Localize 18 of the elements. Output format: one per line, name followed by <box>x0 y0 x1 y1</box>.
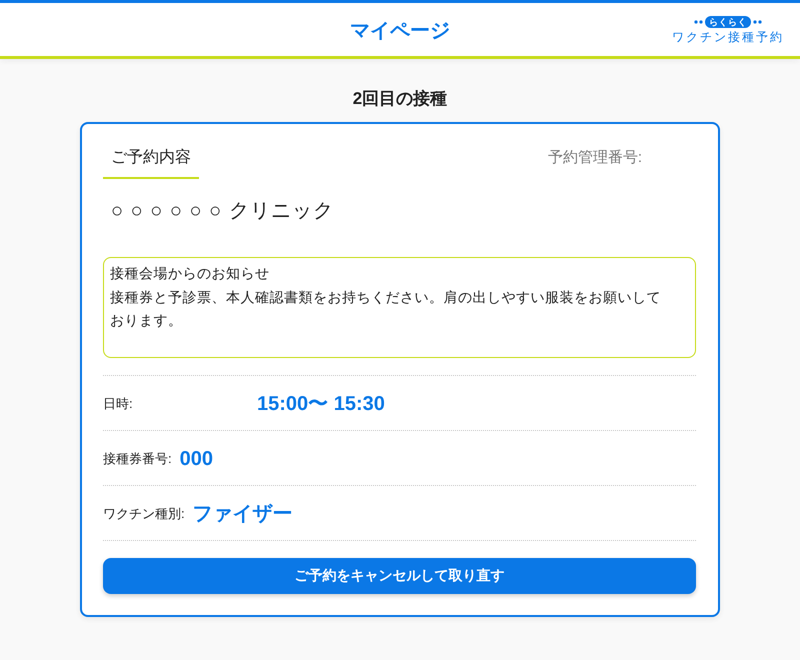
logo-badge: らくらく <box>705 16 751 28</box>
dots-icon <box>753 20 762 24</box>
cancel-button[interactable]: ご予約をキャンセルして取り直す <box>103 558 696 594</box>
reservation-number-label: 予約管理番号: <box>548 148 643 168</box>
notice-text: 接種券と予診票、本人確認書類をお持ちください。肩の出しやすい服装をお願いしております。 <box>110 288 662 330</box>
notice-title: 接種会場からのお知らせ <box>110 264 270 283</box>
detail-value: ファイザー <box>192 502 293 527</box>
detail-label: 日時: <box>103 395 134 413</box>
detail-value: 15:00〜 15:30 <box>257 392 385 417</box>
detail-value: 000 <box>180 447 213 472</box>
page-header-title: マイページ <box>350 18 450 44</box>
detail-label: 接種券番号: <box>103 450 172 468</box>
section-title: 2回目の接種 <box>352 88 448 110</box>
detail-label: ワクチン種別: <box>103 505 185 523</box>
tab[interactable]: ご予約内容 <box>103 140 199 179</box>
clinic-name: ○ ○ ○ ○ ○ ○ クリニック <box>110 199 335 224</box>
dots-icon <box>694 20 703 24</box>
logo-text: ワクチン接種予約 <box>672 28 784 44</box>
